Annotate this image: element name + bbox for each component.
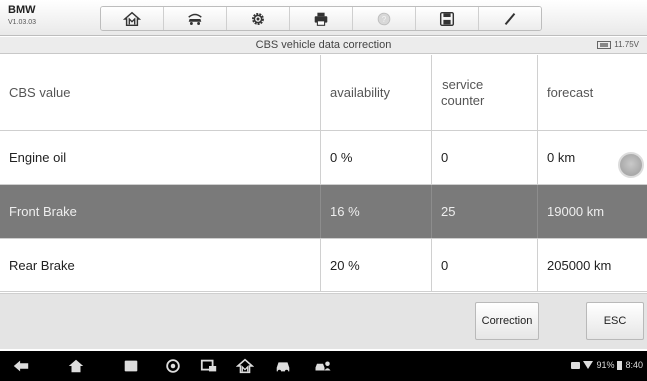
system-nav-bar: 91% 8:40	[0, 351, 647, 381]
tool-strip: ?	[100, 6, 542, 31]
esc-button[interactable]: ESC	[586, 302, 644, 340]
header-service-counter: service counter	[432, 55, 538, 130]
help-button[interactable]: ?	[353, 7, 416, 30]
software-version: V1.03.03	[8, 19, 37, 26]
home-button[interactable]	[101, 7, 164, 30]
header-service-counter-line1: service	[442, 76, 484, 92]
message-icon	[571, 361, 581, 369]
house-icon	[68, 359, 84, 373]
svg-text:?: ?	[382, 15, 387, 24]
help-icon: ?	[377, 12, 391, 25]
header-cbs-value: CBS value	[0, 55, 321, 130]
table-row-selected[interactable]: Front Brake 16 % 25 19000 km	[0, 185, 647, 239]
vehicle-swap-button[interactable]	[164, 7, 227, 30]
back-arrow-icon	[13, 360, 29, 372]
save-icon	[439, 11, 455, 26]
battery-voltage: 11.75V	[597, 40, 639, 49]
pen-icon	[504, 12, 516, 25]
edit-button[interactable]	[479, 7, 541, 30]
car-icon	[276, 362, 290, 374]
floating-scroll-handle[interactable]	[618, 152, 644, 178]
vehicle-menu-button[interactable]	[272, 357, 294, 375]
maxisys-home-button[interactable]	[234, 357, 256, 375]
header-availability: availability	[321, 55, 432, 130]
forecast-value: 205000 km	[547, 257, 612, 273]
header-forecast: forecast	[547, 85, 594, 100]
recent-apps-button[interactable]	[120, 357, 142, 375]
print-button[interactable]	[290, 7, 353, 30]
vehicle-swap-icon	[188, 13, 202, 25]
screen-cast-icon	[200, 359, 217, 372]
availability-value: 0 %	[321, 131, 432, 184]
save-button[interactable]	[416, 7, 479, 30]
back-button[interactable]	[10, 357, 32, 375]
cbs-name: Rear Brake	[0, 239, 321, 291]
status-area: 91% 8:40	[571, 360, 643, 370]
maxisys-home-icon	[236, 358, 254, 374]
browser-button[interactable]	[162, 357, 184, 375]
service-counter-value: 0	[432, 239, 538, 291]
table-row[interactable]: Engine oil 0 % 0 0 km	[0, 131, 647, 185]
remote-support-button[interactable]	[310, 357, 336, 375]
brand-name: BMW	[8, 4, 36, 16]
recent-apps-icon	[124, 360, 138, 372]
availability-value: 16 %	[321, 185, 432, 238]
service-counter-value: 25	[432, 185, 538, 238]
title-bar: CBS vehicle data correction 11.75V	[0, 37, 647, 54]
print-icon	[314, 12, 328, 26]
battery-voltage-value: 11.75V	[614, 40, 639, 49]
cbs-name: Engine oil	[0, 131, 321, 184]
correction-button[interactable]: Correction	[475, 302, 539, 340]
car-battery-icon	[597, 40, 612, 49]
clock: 8:40	[625, 360, 643, 370]
home-icon	[123, 11, 141, 26]
action-bar: Correction ESC	[0, 293, 647, 349]
header-service-counter-line2: counter	[441, 92, 485, 108]
home-nav-button[interactable]	[65, 357, 87, 375]
table-header: CBS value availability service counter f…	[0, 55, 647, 131]
settings-button[interactable]	[227, 7, 290, 30]
brand: BMW V1.03.03	[8, 4, 37, 27]
table-row[interactable]: Rear Brake 20 % 0 205000 km	[0, 239, 647, 292]
availability-value: 20 %	[321, 239, 432, 291]
cbs-name: Front Brake	[0, 185, 321, 238]
top-toolbar: BMW V1.03.03 ?	[0, 0, 647, 36]
remote-support-icon	[315, 361, 331, 371]
service-counter-value: 0	[432, 131, 538, 184]
forecast-value: 19000 km	[547, 204, 605, 219]
screenshot-button[interactable]	[198, 357, 220, 375]
battery-percent: 91%	[596, 360, 615, 370]
browser-icon	[166, 359, 180, 373]
page-title: CBS vehicle data correction	[255, 39, 392, 51]
wifi-icon	[583, 361, 594, 369]
gear-icon	[252, 12, 264, 25]
battery-icon	[617, 360, 623, 370]
